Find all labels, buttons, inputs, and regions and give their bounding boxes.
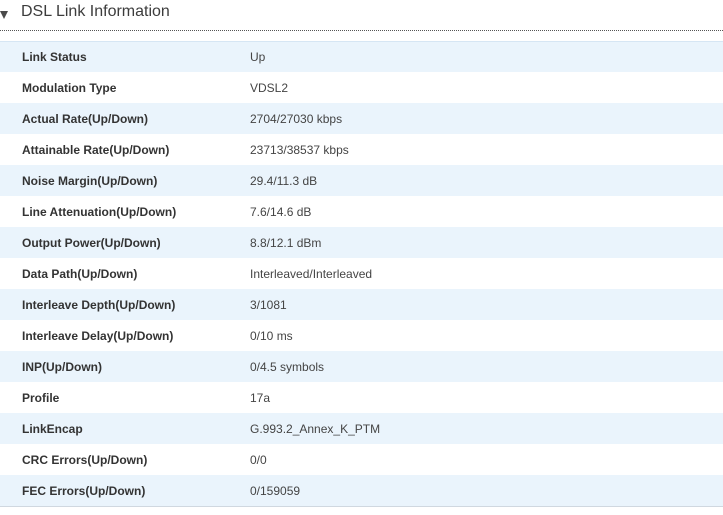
row-link-encap: LinkEncap G.993.2_Annex_K_PTM: [0, 413, 723, 444]
row-line-attenuation: Line Attenuation(Up/Down) 7.6/14.6 dB: [0, 196, 723, 227]
row-label: FEC Errors(Up/Down): [22, 483, 146, 498]
row-value: VDSL2: [250, 80, 289, 95]
row-data-path: Data Path(Up/Down) Interleaved/Interleav…: [0, 258, 723, 289]
row-value: 7.6/14.6 dB: [250, 204, 312, 219]
row-value: 23713/38537 kbps: [250, 142, 349, 157]
row-value: 0/0: [250, 452, 267, 467]
row-label: Attainable Rate(Up/Down): [22, 142, 170, 157]
row-noise-margin: Noise Margin(Up/Down) 29.4/11.3 dB: [0, 165, 723, 196]
row-value: 8.8/12.1 dBm: [250, 235, 322, 250]
row-value: 0/4.5 symbols: [250, 359, 325, 374]
row-value: 3/1081: [250, 297, 287, 312]
row-inp: INP(Up/Down) 0/4.5 symbols: [0, 351, 723, 382]
row-interleave-delay: Interleave Delay(Up/Down) 0/10 ms: [0, 320, 723, 351]
row-value: Interleaved/Interleaved: [250, 266, 373, 281]
row-value: Up: [250, 50, 266, 64]
row-label: INP(Up/Down): [22, 359, 102, 374]
row-value: 0/159059: [250, 483, 301, 498]
row-crc-errors: CRC Errors(Up/Down) 0/0: [0, 444, 723, 475]
row-label: Modulation Type: [22, 80, 117, 95]
row-actual-rate: Actual Rate(Up/Down) 2704/27030 kbps: [0, 103, 723, 134]
row-label: Output Power(Up/Down): [22, 235, 161, 250]
row-output-power: Output Power(Up/Down) 8.8/12.1 dBm: [0, 227, 723, 258]
row-label: Link Status: [22, 50, 87, 64]
row-value: 17a: [250, 390, 271, 405]
row-label: Noise Margin(Up/Down): [22, 173, 158, 188]
row-label: Line Attenuation(Up/Down): [22, 204, 177, 219]
row-label: CRC Errors(Up/Down): [22, 452, 148, 467]
row-value: G.993.2_Annex_K_PTM: [250, 421, 381, 436]
row-modulation-type: Modulation Type VDSL2: [0, 72, 723, 103]
row-value: 2704/27030 kbps: [250, 111, 343, 126]
row-label: Interleave Depth(Up/Down): [22, 297, 176, 312]
section-title: DSL Link Information: [21, 3, 170, 20]
row-value: 29.4/11.3 dB: [250, 173, 318, 188]
triangle-down-icon[interactable]: [0, 11, 8, 19]
row-label: Data Path(Up/Down): [22, 266, 138, 281]
row-label: LinkEncap: [22, 421, 83, 436]
dsl-info-table: Link Status Up Modulation Type VDSL2 Act…: [0, 41, 723, 506]
row-label: Interleave Delay(Up/Down): [22, 328, 174, 343]
row-label: Profile: [22, 390, 60, 405]
row-attainable-rate: Attainable Rate(Up/Down) 23713/38537 kbp…: [0, 134, 723, 165]
row-link-status: Link Status Up: [0, 41, 723, 72]
row-fec-errors: FEC Errors(Up/Down) 0/159059: [0, 475, 723, 506]
row-value: 0/10 ms: [250, 328, 293, 343]
row-profile: Profile 17a: [0, 382, 723, 413]
row-label: Actual Rate(Up/Down): [22, 111, 148, 126]
section-header-dsl-link-information[interactable]: DSL Link Information: [0, 0, 723, 31]
row-interleave-depth: Interleave Depth(Up/Down) 3/1081: [0, 289, 723, 320]
table-bottom-divider: [0, 506, 723, 507]
